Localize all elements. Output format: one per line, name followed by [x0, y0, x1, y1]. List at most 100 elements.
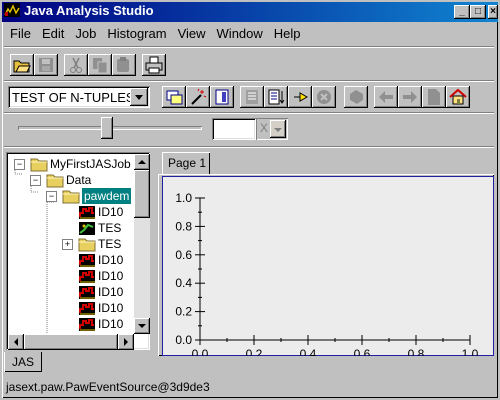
number-combo[interactable]: X — [256, 118, 288, 140]
slider-divider — [4, 146, 494, 147]
maximize-button[interactable]: □ — [470, 5, 486, 19]
dataset-combo-dropdown[interactable] — [130, 88, 148, 106]
tab-jas[interactable]: JAS — [4, 352, 42, 372]
back-icon — [379, 91, 393, 103]
scroll-down-button[interactable] — [134, 318, 150, 334]
save-icon — [39, 58, 53, 72]
minimize-icon: _ — [459, 6, 465, 17]
y-tick-label: 0.2 — [175, 305, 192, 319]
tab-page-1-label: Page 1 — [168, 156, 207, 170]
fit-button[interactable] — [210, 86, 234, 108]
y-tick-label: 0.8 — [175, 219, 192, 233]
arrow-up-icon — [138, 160, 146, 164]
x-tick-label: 0.0 — [192, 347, 209, 356]
tree-item-label: ID10 — [98, 301, 124, 315]
tree-item-label: ID10 — [98, 205, 124, 219]
stop-button[interactable] — [312, 86, 336, 108]
number-combo-value: X — [260, 121, 269, 135]
window-title: Java Analysis Studio — [24, 3, 154, 18]
forward-button[interactable] — [398, 86, 422, 108]
number-field[interactable] — [212, 118, 256, 140]
x-tick-label: 0.4 — [300, 347, 317, 356]
histogram-icon — [79, 286, 95, 299]
menu-job[interactable]: Job — [69, 24, 101, 44]
home-icon — [449, 88, 467, 105]
histogram-icon — [79, 254, 95, 267]
histogram-icon — [79, 206, 95, 219]
close-button[interactable]: × — [488, 5, 498, 19]
tree-item-label: ID10 — [98, 285, 124, 299]
menu-histogram[interactable]: Histogram — [101, 24, 171, 44]
collapse-icon[interactable]: − — [46, 191, 57, 202]
folder-icon — [46, 174, 64, 188]
cut-icon — [70, 57, 82, 73]
copy-icon — [93, 58, 108, 74]
chevron-down-icon — [135, 95, 143, 100]
tree-item-label: ID10 — [98, 253, 124, 267]
tree-item-label: MyFirstJASJob — [50, 157, 131, 171]
app-logo-icon — [4, 3, 20, 17]
empty-plot-chart[interactable]: 0.0 0.2 0.4 0.6 0.8 1.0 0.0 0.2 0.4 0.6 0.8 1.0 — [162, 176, 494, 356]
fit-icon — [215, 89, 229, 105]
toolbar-divider — [4, 80, 494, 81]
save-button[interactable] — [34, 54, 58, 76]
menu-window[interactable]: Window — [211, 24, 268, 44]
y-tick-label: 1.0 — [175, 191, 192, 205]
scroll-left-button[interactable] — [8, 334, 24, 350]
histogram-icon — [79, 270, 95, 283]
folder-icon — [78, 238, 96, 252]
x-tick-label: 1.0 — [462, 347, 479, 356]
arrow-down-icon — [138, 324, 146, 328]
new-plot-button[interactable] — [162, 86, 186, 108]
close-icon: × — [490, 6, 496, 17]
scroll-up-button[interactable] — [134, 154, 150, 170]
tree-item-label: ID10 — [98, 269, 124, 283]
wand-icon — [191, 88, 207, 105]
cut-button[interactable] — [64, 54, 88, 76]
home-button[interactable] — [446, 86, 470, 108]
scroll-right-button[interactable] — [118, 334, 134, 350]
tree-hscroll-thumb[interactable] — [24, 334, 118, 350]
expand-icon[interactable]: + — [62, 239, 73, 250]
stop-icon — [317, 90, 331, 104]
open-button[interactable] — [10, 54, 34, 76]
arrow-left-icon — [14, 338, 18, 346]
collapse-icon[interactable]: − — [30, 175, 41, 186]
back-button[interactable] — [374, 86, 398, 108]
wand-button[interactable] — [186, 86, 210, 108]
step-button[interactable] — [288, 86, 312, 108]
x-tick-label: 0.6 — [354, 347, 371, 356]
histogram-icon — [79, 318, 95, 331]
histogram-icon — [246, 90, 258, 104]
tab-jas-label: JAS — [12, 355, 35, 369]
print-icon — [145, 56, 163, 74]
sort-icon — [268, 89, 285, 105]
tree-item-label: Data — [66, 173, 92, 187]
paste-button[interactable] — [112, 54, 136, 76]
collapse-icon[interactable]: − — [14, 159, 25, 170]
minimize-button[interactable]: _ — [454, 5, 470, 19]
maximize-icon: □ — [474, 6, 482, 17]
x-tick-label: 0.8 — [408, 347, 425, 356]
chevron-down-icon — [274, 128, 282, 132]
menu-file[interactable]: File — [4, 24, 36, 44]
forward-icon — [403, 91, 417, 103]
tree-scroll-thumb[interactable] — [134, 170, 150, 218]
y-tick-label: 0.4 — [175, 276, 192, 290]
number-combo-dropdown[interactable] — [270, 120, 286, 138]
menu-edit[interactable]: Edit — [36, 24, 69, 44]
copy-button[interactable] — [88, 54, 112, 76]
new-plot-icon — [166, 90, 183, 105]
print-button[interactable] — [142, 54, 166, 76]
run-button[interactable] — [344, 86, 368, 108]
slider-thumb[interactable] — [100, 117, 113, 139]
menu-divider — [4, 46, 494, 47]
page-button[interactable] — [422, 86, 446, 108]
menu-view[interactable]: View — [172, 24, 211, 44]
histogram-button[interactable] — [240, 86, 264, 108]
menu-help[interactable]: Help — [268, 24, 306, 44]
arrow-right-icon — [124, 338, 128, 346]
sort-button[interactable] — [264, 86, 288, 108]
tree-item-label: ID10 — [98, 317, 124, 331]
tab-page-1[interactable]: Page 1 — [162, 152, 210, 174]
